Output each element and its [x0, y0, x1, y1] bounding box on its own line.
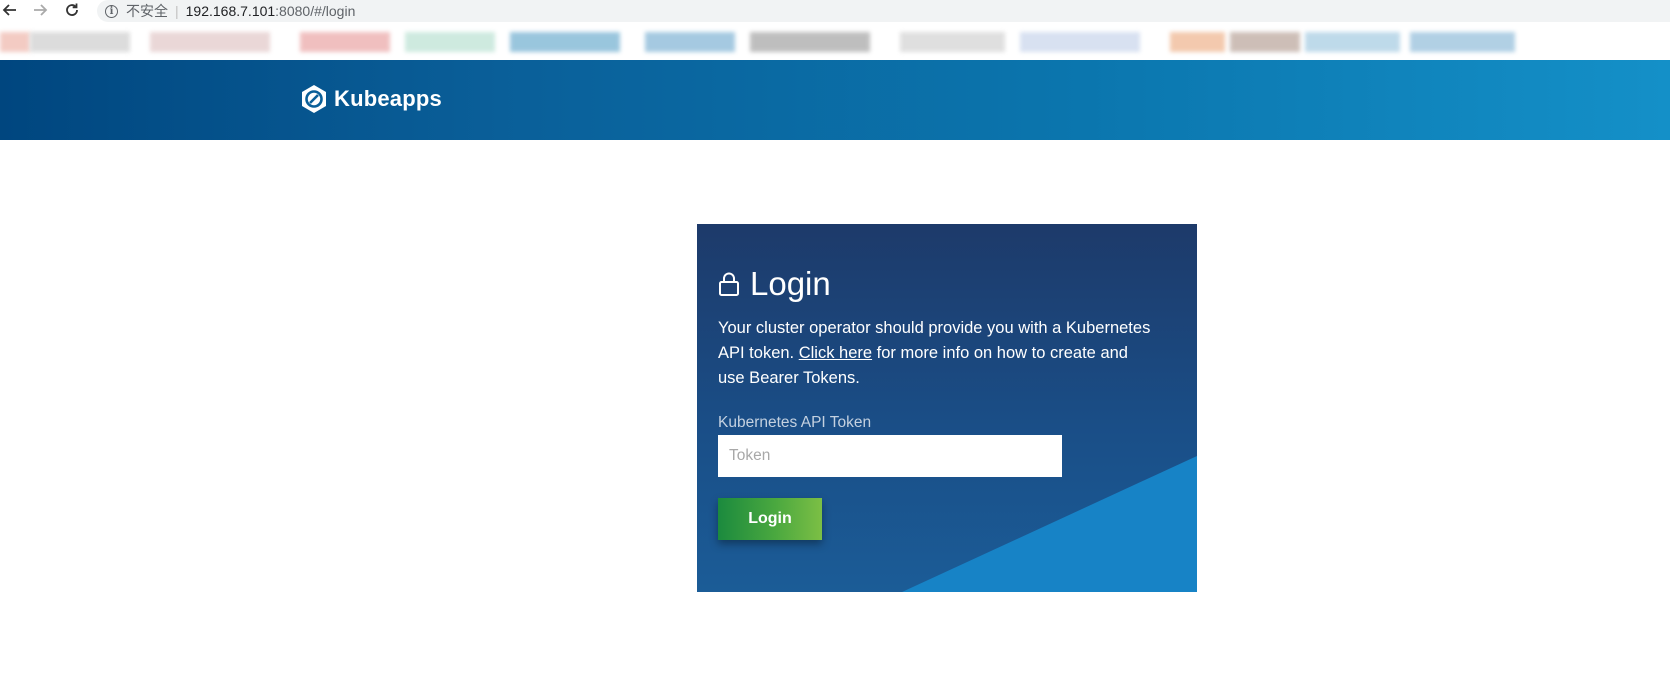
bookmark-item[interactable]: [300, 32, 390, 52]
address-bar[interactable]: i 不安全 | 192.168.7.101:8080/#/login: [97, 0, 1670, 22]
bookmark-item[interactable]: [405, 32, 495, 52]
reload-icon[interactable]: [62, 0, 82, 20]
token-label: Kubernetes API Token: [718, 414, 872, 431]
app-header: Kubeapps: [0, 60, 1670, 140]
bookmark-item[interactable]: [1410, 32, 1515, 52]
lock-icon: [719, 272, 739, 296]
browser-toolbar: i 不安全 | 192.168.7.101:8080/#/login: [0, 0, 1670, 24]
login-card: Login Your cluster operator should provi…: [697, 224, 1197, 592]
bookmark-item[interactable]: [1305, 32, 1400, 52]
bookmark-item[interactable]: [0, 32, 30, 52]
login-form: Login Your cluster operator should provi…: [718, 264, 1178, 540]
login-description: Your cluster operator should provide you…: [718, 316, 1158, 391]
bookmark-item[interactable]: [1170, 32, 1225, 52]
login-title: Login: [750, 265, 831, 302]
kubeapps-hexagon-icon: [302, 85, 326, 113]
login-heading: Login: [718, 264, 1178, 304]
bookmark-item[interactable]: [1020, 32, 1140, 52]
token-input[interactable]: [718, 435, 1062, 477]
url-host[interactable]: 192.168.7.101: [186, 3, 276, 19]
security-indicator[interactable]: 不安全: [126, 1, 168, 21]
bookmark-item[interactable]: [30, 32, 130, 52]
login-button[interactable]: Login: [718, 498, 822, 540]
info-icon[interactable]: i: [105, 4, 118, 18]
click-here-link[interactable]: Click here: [799, 344, 872, 362]
bookmark-item[interactable]: [510, 32, 620, 52]
url-path[interactable]: :8080/#/login: [275, 3, 355, 19]
bookmarks-bar: [0, 26, 1670, 60]
bookmark-item[interactable]: [900, 32, 1005, 52]
bookmark-item[interactable]: [150, 32, 270, 52]
bookmark-item[interactable]: [1230, 32, 1300, 52]
bookmark-item[interactable]: [750, 32, 870, 52]
back-arrow-icon[interactable]: [0, 0, 20, 20]
address-separator: |: [175, 3, 179, 19]
bookmark-item[interactable]: [645, 32, 735, 52]
kubeapps-logo[interactable]: Kubeapps: [300, 84, 442, 114]
forward-arrow-icon[interactable]: [30, 0, 50, 20]
app-name: Kubeapps: [334, 86, 442, 111]
